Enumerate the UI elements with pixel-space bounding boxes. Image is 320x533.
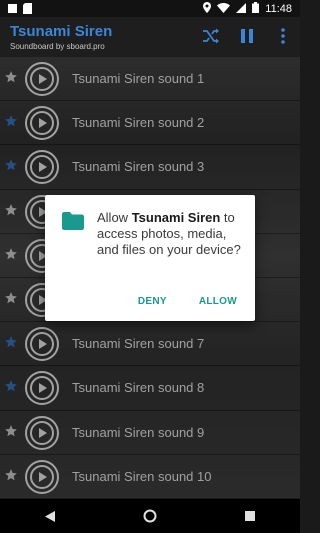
app-title: Tsunami Siren [10, 23, 113, 40]
notification-square-icon [8, 4, 17, 16]
folder-icon [62, 212, 84, 230]
status-time: 11:48 [265, 3, 292, 15]
recents-button[interactable] [238, 504, 262, 528]
shuffle-icon [203, 28, 219, 44]
permission-dialog: Allow Tsunami Siren to access photos, me… [45, 195, 255, 321]
sd-card-icon [23, 3, 32, 17]
status-bar: 11:48 [0, 0, 300, 17]
navigation-bar [0, 499, 300, 533]
home-icon [143, 509, 157, 523]
allow-button[interactable]: ALLOW [199, 296, 237, 307]
overflow-menu-button[interactable] [272, 25, 294, 47]
back-icon [45, 510, 55, 522]
pause-button[interactable] [236, 25, 258, 47]
dialog-message: Allow Tsunami Siren to access photos, me… [97, 210, 247, 258]
app-bar: Tsunami Siren Soundboard by sboard.pro [0, 17, 300, 57]
recents-icon [245, 511, 255, 521]
home-button[interactable] [138, 504, 162, 528]
battery-icon [252, 2, 260, 16]
signal-icon [236, 2, 247, 16]
shuffle-button[interactable] [200, 25, 222, 47]
wifi-icon [217, 2, 231, 16]
back-button[interactable] [38, 504, 62, 528]
dialog-app-name: Tsunami Siren [131, 210, 221, 225]
pause-icon [241, 29, 253, 43]
app-subtitle: Soundboard by sboard.pro [10, 42, 105, 51]
dialog-text-prefix: Allow [97, 210, 132, 225]
more-vert-icon [281, 28, 285, 44]
deny-button[interactable]: DENY [138, 296, 167, 307]
location-icon [203, 2, 212, 16]
